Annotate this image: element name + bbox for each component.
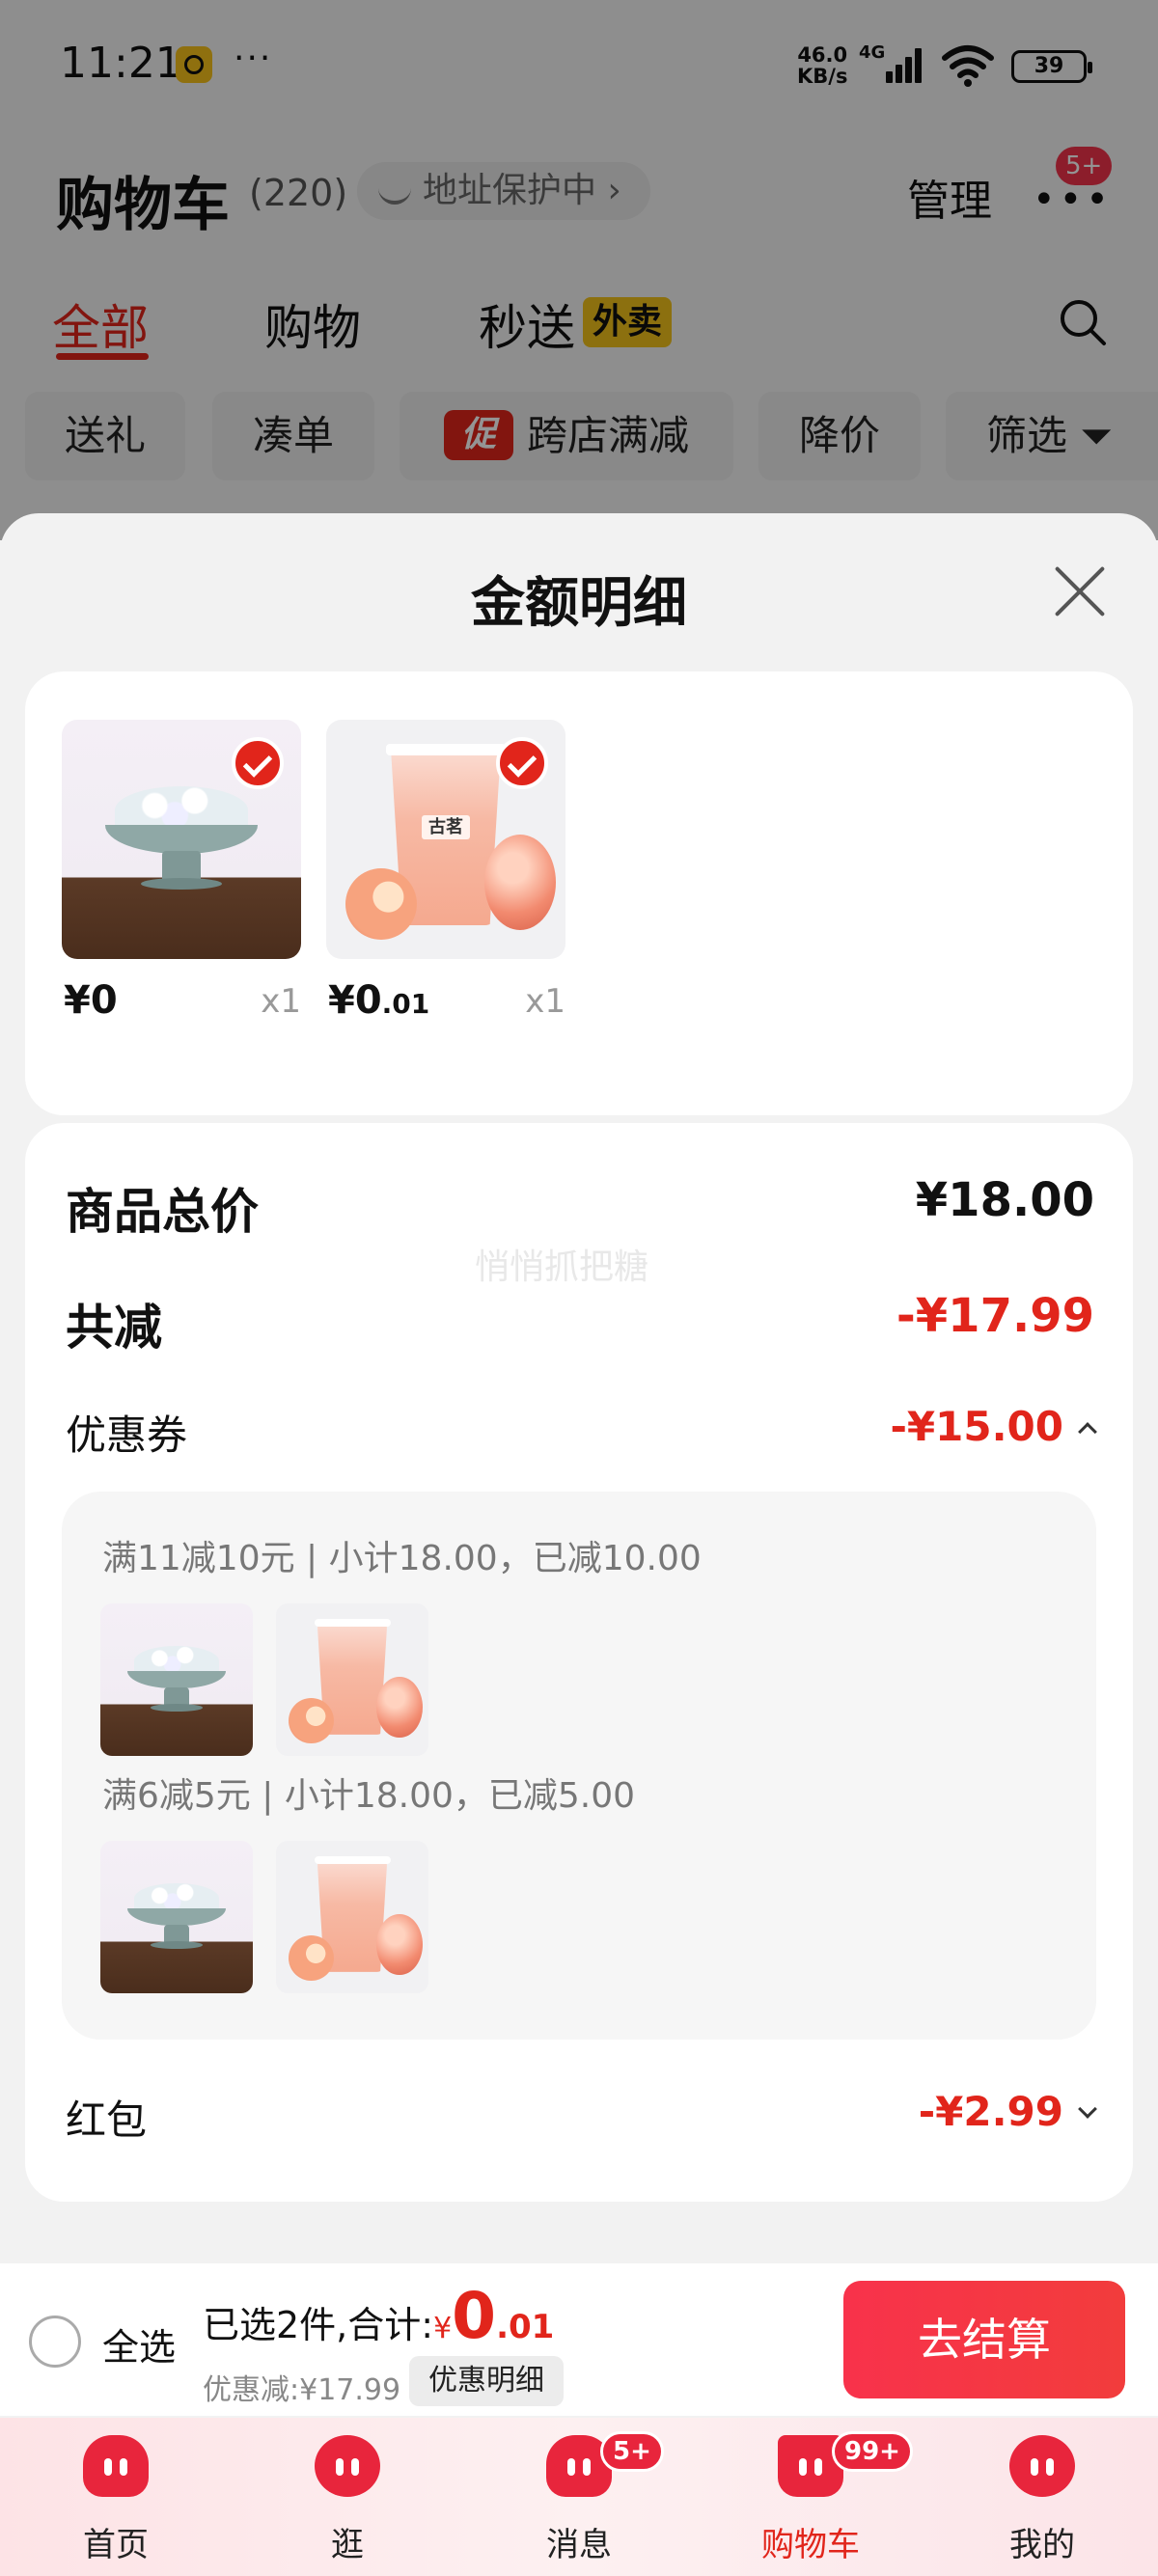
price-summary-card: 商品总价 ¥18.00 悄悄抓把糖 共减 -¥17.99 优惠券 -¥15.00… [25,1123,1133,2202]
peach-tea-image [276,1603,428,1756]
item-price: ¥0 [64,978,118,1023]
total-reduction-row: 共减 -¥17.99 [66,1289,1094,1356]
total-price-value: ¥18.00 [915,1173,1094,1227]
item-checkbox-checked-icon[interactable] [232,737,284,789]
total-price-label: 商品总价 [66,1184,259,1240]
home-icon [83,2435,149,2497]
profile-icon [1009,2435,1075,2497]
messages-badge: 5+ [600,2431,664,2472]
discount-amount: 优惠减:¥17.99 [203,2373,401,2407]
browse-icon [315,2435,380,2497]
item-checkbox-checked-icon[interactable] [496,737,548,789]
nav-messages[interactable]: 5+ 消息 [492,2418,666,2576]
coupon-label: 优惠券 [66,1411,188,1459]
select-all-label[interactable]: 全选 [102,2317,176,2370]
peach-tea-image [276,1841,428,1993]
chevron-up-icon [1078,1422,1097,1441]
total-price-row: 商品总价 ¥18.00 [66,1173,1094,1240]
coupon-detail-box: 满11减10元 | 小计18.00，已减10.00 满6减5元 | 小计18.0… [62,1492,1096,2040]
selected-item[interactable]: ¥0 x1 [62,720,301,1028]
coupon-row[interactable]: 优惠券 -¥15.00 [66,1403,1097,1459]
checkout-button[interactable]: 去结算 [843,2281,1125,2398]
red-packet-row[interactable]: 红包 -¥2.99 [66,2088,1097,2144]
item-quantity: x1 [525,982,565,1021]
item-quantity: x1 [261,982,301,1021]
selected-items-card: ¥0 x1 古茗 ¥0.01 x1 [25,671,1133,1115]
nav-browse[interactable]: 逛 [261,2418,434,2576]
coupon-value: -¥15.00 [890,1403,1097,1450]
nav-home[interactable]: 首页 [29,2418,203,2576]
selected-total: 已选2件,合计:¥0.01 [203,2279,555,2353]
item-price: ¥0.01 [328,978,430,1023]
coupon-rule: 满11减10元 | 小计18.00，已减10.00 [102,1539,702,1578]
red-packet-value: -¥2.99 [919,2088,1097,2135]
red-packet-label: 红包 [66,2096,148,2144]
sheet-title: 金额明细 [471,572,687,635]
selected-item[interactable]: 古茗 ¥0.01 x1 [326,720,565,1028]
nav-cart[interactable]: 99+ 购物车 [724,2418,913,2576]
dessert-image [100,1603,253,1756]
amount-detail-sheet: 金额明细 ¥0 x1 古茗 ¥0.01 x1 商品总价 ¥18.00 悄悄抓把糖… [0,513,1158,2267]
dessert-image [100,1841,253,1993]
nav-profile[interactable]: 我的 [955,2418,1129,2576]
close-icon[interactable] [1052,563,1108,619]
coupon-rule: 满6减5元 | 小计18.00，已减5.00 [102,1776,636,1816]
modal-overlay[interactable] [0,0,1158,540]
chevron-down-icon [1078,2099,1097,2119]
bottom-navigation: 首页 逛 5+ 消息 99+ 购物车 我的 [0,2418,1158,2576]
watermark: 悄悄抓把糖 [475,1247,649,1287]
cart-badge: 99+ [832,2431,913,2472]
checkout-bar: 全选 已选2件,合计:¥0.01 优惠减:¥17.99 优惠明细 去结算 [0,2263,1158,2416]
total-reduction-label: 共减 [66,1300,162,1356]
discount-detail-button[interactable]: 优惠明细 [409,2356,564,2406]
total-reduction-value: -¥17.99 [896,1289,1094,1343]
select-all-checkbox[interactable] [29,2316,81,2368]
